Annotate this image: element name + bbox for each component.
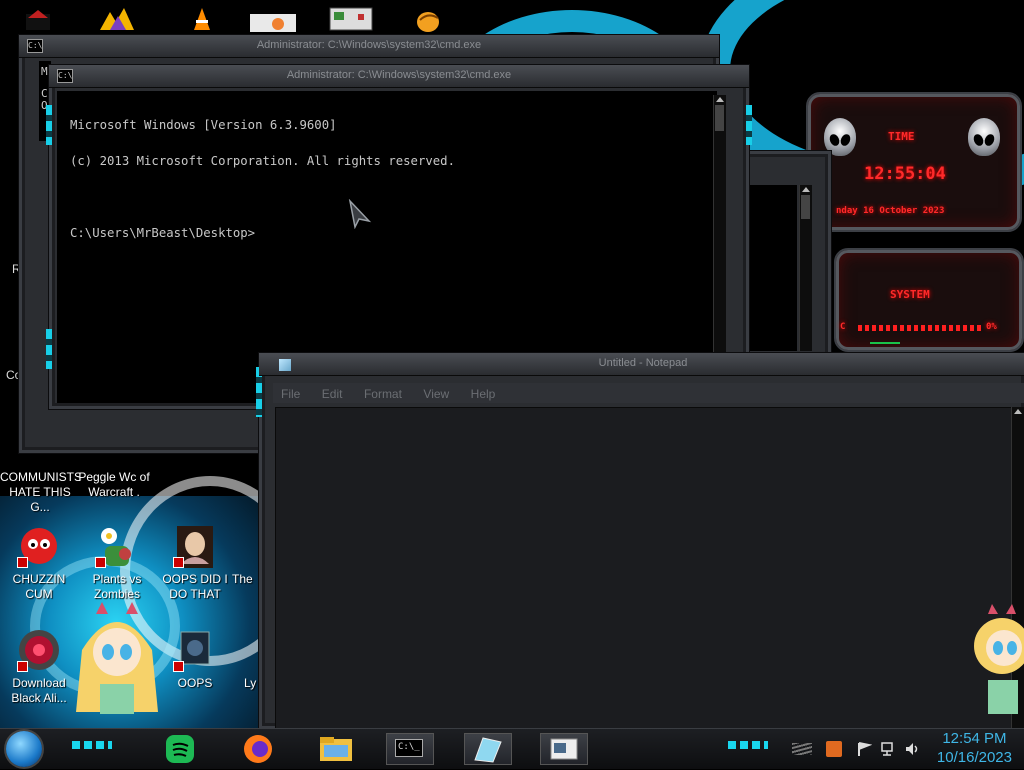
titlebar[interactable]: C:\ Administrator: C:\Windows\system32\c… [49, 65, 749, 88]
window-title: Administrator: C:\Windows\system32\cmd.e… [286, 69, 512, 81]
window-app-icon[interactable] [328, 4, 374, 32]
window-title: Untitled - Notepad [598, 357, 688, 369]
network-icon[interactable] [880, 741, 896, 757]
gadget-time-label: TIME [888, 130, 915, 143]
menu-format[interactable]: Format [364, 387, 402, 401]
gadget-date: nday 16 October 2023 [836, 206, 945, 216]
taskbar-clock[interactable]: 12:54 PM 10/16/2023 [937, 729, 1012, 767]
window-title: Administrator: C:\Windows\system32\cmd.e… [256, 39, 482, 51]
clock-time: 12:54 PM [942, 730, 1007, 747]
desktop-icon-label: Download Black Ali... [11, 676, 67, 705]
desktop-icon-label: Peggle Wc of Warcraft . [78, 470, 150, 499]
notepad-icon [474, 737, 502, 763]
desktop-icon-label: The [232, 572, 253, 586]
clock-date: 10/16/2023 [936, 749, 1012, 766]
mozilla-icon[interactable] [414, 4, 454, 32]
show-hidden-icons[interactable] [792, 743, 812, 755]
alienware-icon [17, 628, 61, 672]
flag-icon[interactable] [856, 741, 872, 757]
gadget-time: 12:55:04 [864, 164, 946, 184]
console-line: ​ [70, 191, 717, 203]
chuzzle-icon [17, 524, 61, 568]
notepad-window[interactable]: Untitled - Notepad File Edit Format View… [256, 352, 1024, 731]
gadget-cpu-marker: C [840, 322, 846, 332]
notepad-text-area[interactable] [275, 407, 1013, 731]
desktop-icon[interactable]: COMMUNISTS HATE THIS G... [0, 470, 82, 515]
desktop-icon-label: CHUZZIN CUM [12, 572, 66, 601]
desktop-icon-label: Ly [244, 676, 257, 690]
menu-edit[interactable]: Edit [322, 387, 343, 401]
mouse-cursor-icon [348, 199, 372, 229]
app-tray-icon[interactable] [826, 741, 842, 757]
titlebar[interactable]: C:\ Administrator: C:\Windows\system32\c… [19, 35, 719, 58]
warcraft-icon[interactable] [18, 4, 58, 32]
gadget-system-label: SYSTEM [890, 288, 930, 301]
desktop-icon[interactable]: OOPS [156, 628, 234, 691]
cmd-taskbar-button[interactable]: C:\_ [386, 733, 434, 765]
desktop-icon[interactable]: CHUZZIN CUM [0, 524, 78, 602]
pidgin-icon[interactable] [96, 4, 136, 32]
plants-vs-zombies-icon [95, 524, 139, 568]
portrait-icon [173, 524, 217, 568]
scrollbar[interactable] [799, 185, 812, 351]
folder-icon[interactable] [314, 733, 358, 765]
speaker-icon[interactable] [904, 741, 920, 757]
vlc-icon[interactable] [182, 4, 222, 32]
menu-help[interactable]: Help [471, 387, 496, 401]
window-taskbar-button[interactable] [540, 733, 588, 765]
desktop-icon[interactable]: Plants vs Zombies [78, 524, 156, 602]
taskbar-accent [728, 741, 768, 749]
desktop-icon[interactable]: Ly [244, 676, 260, 691]
cartoon-character-image [76, 602, 158, 714]
desktop-icon-label: OOPS DID I DO THAT [162, 572, 228, 601]
console-line: (c) 2013 Microsoft Corporation. All righ… [70, 154, 455, 168]
desktop-icon-label: Plants vs Zombies [92, 572, 142, 601]
desktop-icon[interactable]: Peggle Wc of Warcraft . [78, 470, 150, 500]
alien-icon [968, 118, 1000, 156]
firefox-icon[interactable] [236, 733, 280, 765]
gadget-percent: 0% [986, 322, 997, 332]
desktop-icon[interactable]: OOPS DID I DO THAT [156, 524, 234, 602]
notepad-taskbar-button[interactable] [464, 733, 512, 765]
notepad-menubar: File Edit Format View Help [273, 383, 1024, 403]
gadget-green-bar [870, 342, 900, 344]
taskbar: C:\_ 12:54 PM 10/16/2023 [0, 728, 1024, 769]
window-icon [550, 738, 578, 760]
desktop-icon[interactable]: Download Black Ali... [0, 628, 78, 706]
desktop-icon[interactable]: The [232, 572, 258, 587]
start-orb-icon[interactable] [6, 731, 42, 767]
system-gadget: SYSTEM C 0% [834, 248, 1024, 352]
console-prompt: C:\Users\MrBeast\Desktop> [70, 226, 256, 240]
titlebar[interactable]: Untitled - Notepad [259, 353, 1024, 376]
clock-gadget: TIME 12:55:04 nday 16 October 2023 [806, 92, 1022, 232]
frame-accent [46, 329, 52, 369]
frame-accent [46, 105, 52, 145]
cmd-icon: C:\_ [395, 739, 423, 757]
gadget-meter [858, 325, 982, 331]
desktop-icon-label: OOPS [177, 676, 213, 690]
taskbar-accent [72, 741, 112, 749]
menu-view[interactable]: View [423, 387, 449, 401]
spotify-icon[interactable] [158, 733, 202, 765]
desktop-icon-label: COMMUNISTS HATE THIS G... [0, 470, 82, 514]
console-line: Microsoft Windows [Version 6.3.9600] [70, 118, 337, 132]
cartoon-character-image [974, 604, 1024, 714]
frame-accent [746, 105, 752, 145]
menu-file[interactable]: File [281, 387, 300, 401]
oops-icon [173, 628, 217, 672]
program-icon[interactable] [248, 4, 298, 32]
partial-console-text: M [41, 65, 48, 78]
